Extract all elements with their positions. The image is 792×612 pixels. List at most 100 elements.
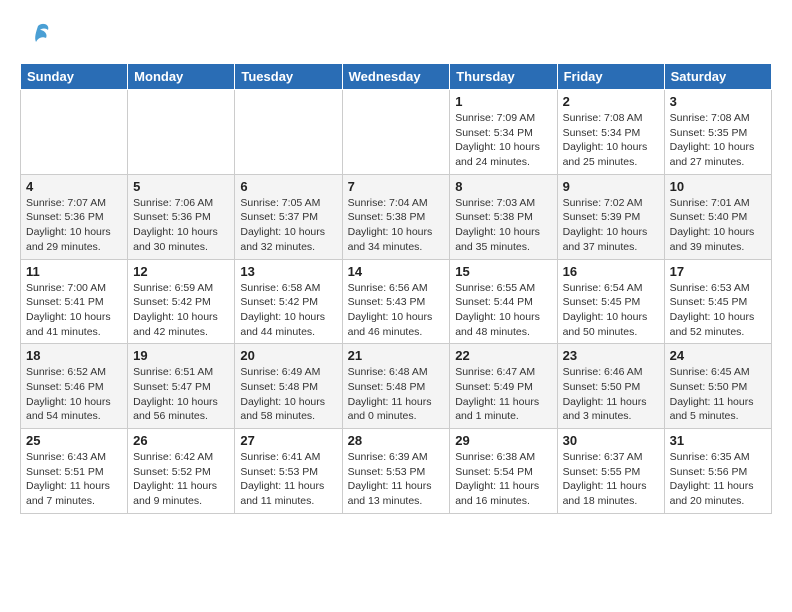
- calendar-week-row: 25Sunrise: 6:43 AMSunset: 5:51 PMDayligh…: [21, 429, 772, 514]
- day-info: Sunrise: 6:51 AMSunset: 5:47 PMDaylight:…: [133, 365, 229, 424]
- day-number: 14: [348, 264, 445, 279]
- day-info: Sunrise: 7:07 AMSunset: 5:36 PMDaylight:…: [26, 196, 122, 255]
- calendar-cell: 17 Sunrise: 6:53 AMSunset: 5:45 PMDayligh…: [664, 259, 771, 344]
- calendar-cell: 10 Sunrise: 7:01 AMSunset: 5:40 PMDayligh…: [664, 174, 771, 259]
- calendar-cell: 24 Sunrise: 6:45 AMSunset: 5:50 PMDayligh…: [664, 344, 771, 429]
- day-number: 6: [240, 179, 336, 194]
- day-number: 27: [240, 433, 336, 448]
- day-number: 25: [26, 433, 122, 448]
- day-number: 19: [133, 348, 229, 363]
- day-info: Sunrise: 6:46 AMSunset: 5:50 PMDaylight:…: [563, 365, 659, 424]
- calendar-cell: 20 Sunrise: 6:49 AMSunset: 5:48 PMDayligh…: [235, 344, 342, 429]
- day-info: Sunrise: 6:38 AMSunset: 5:54 PMDaylight:…: [455, 450, 551, 509]
- day-info: Sunrise: 6:42 AMSunset: 5:52 PMDaylight:…: [133, 450, 229, 509]
- day-number: 13: [240, 264, 336, 279]
- calendar-cell: 2 Sunrise: 7:08 AMSunset: 5:34 PMDaylight…: [557, 90, 664, 175]
- calendar-cell: 4 Sunrise: 7:07 AMSunset: 5:36 PMDaylight…: [21, 174, 128, 259]
- day-number: 10: [670, 179, 766, 194]
- day-info: Sunrise: 7:08 AMSunset: 5:34 PMDaylight:…: [563, 111, 659, 170]
- calendar-cell: 29Sunrise: 6:38 AMSunset: 5:54 PMDayligh…: [450, 429, 557, 514]
- calendar-cell: 15 Sunrise: 6:55 AMSunset: 5:44 PMDayligh…: [450, 259, 557, 344]
- day-info: Sunrise: 6:55 AMSunset: 5:44 PMDaylight:…: [455, 281, 551, 340]
- day-info: Sunrise: 7:01 AMSunset: 5:40 PMDaylight:…: [670, 196, 766, 255]
- calendar-cell: [128, 90, 235, 175]
- day-info: Sunrise: 6:49 AMSunset: 5:48 PMDaylight:…: [240, 365, 336, 424]
- day-number: 17: [670, 264, 766, 279]
- calendar-cell: 30 Sunrise: 6:37 AMSunset: 5:55 PMDayligh…: [557, 429, 664, 514]
- day-info: Sunrise: 6:58 AMSunset: 5:42 PMDaylight:…: [240, 281, 336, 340]
- calendar-header-row: SundayMondayTuesdayWednesdayThursdayFrid…: [21, 64, 772, 90]
- calendar-cell: [21, 90, 128, 175]
- calendar-cell: 14Sunrise: 6:56 AMSunset: 5:43 PMDayligh…: [342, 259, 450, 344]
- day-info: Sunrise: 6:53 AMSunset: 5:45 PMDaylight:…: [670, 281, 766, 340]
- calendar-cell: 23 Sunrise: 6:46 AMSunset: 5:50 PMDayligh…: [557, 344, 664, 429]
- calendar-cell: 22 Sunrise: 6:47 AMSunset: 5:49 PMDayligh…: [450, 344, 557, 429]
- page-header: [20, 20, 772, 53]
- day-number: 26: [133, 433, 229, 448]
- calendar-cell: 7 Sunrise: 7:04 AMSunset: 5:38 PMDaylight…: [342, 174, 450, 259]
- day-info: Sunrise: 7:00 AMSunset: 5:41 PMDaylight:…: [26, 281, 122, 340]
- day-number: 4: [26, 179, 122, 194]
- day-info: Sunrise: 6:52 AMSunset: 5:46 PMDaylight:…: [26, 365, 122, 424]
- day-number: 23: [563, 348, 659, 363]
- day-info: Sunrise: 7:04 AMSunset: 5:38 PMDaylight:…: [348, 196, 445, 255]
- day-number: 5: [133, 179, 229, 194]
- calendar-cell: 6 Sunrise: 7:05 AMSunset: 5:37 PMDaylight…: [235, 174, 342, 259]
- day-number: 20: [240, 348, 336, 363]
- day-number: 22: [455, 348, 551, 363]
- col-header-thursday: Thursday: [450, 64, 557, 90]
- day-info: Sunrise: 7:02 AMSunset: 5:39 PMDaylight:…: [563, 196, 659, 255]
- day-info: Sunrise: 7:06 AMSunset: 5:36 PMDaylight:…: [133, 196, 229, 255]
- day-number: 12: [133, 264, 229, 279]
- day-number: 30: [563, 433, 659, 448]
- calendar-cell: [235, 90, 342, 175]
- calendar-cell: 9Sunrise: 7:02 AMSunset: 5:39 PMDaylight…: [557, 174, 664, 259]
- day-info: Sunrise: 6:41 AMSunset: 5:53 PMDaylight:…: [240, 450, 336, 509]
- day-number: 21: [348, 348, 445, 363]
- day-number: 11: [26, 264, 122, 279]
- day-info: Sunrise: 6:37 AMSunset: 5:55 PMDaylight:…: [563, 450, 659, 509]
- col-header-saturday: Saturday: [664, 64, 771, 90]
- calendar-cell: [342, 90, 450, 175]
- calendar-cell: 8 Sunrise: 7:03 AMSunset: 5:38 PMDaylight…: [450, 174, 557, 259]
- calendar-week-row: 1 Sunrise: 7:09 AMSunset: 5:34 PMDaylight…: [21, 90, 772, 175]
- day-info: Sunrise: 7:03 AMSunset: 5:38 PMDaylight:…: [455, 196, 551, 255]
- day-info: Sunrise: 6:54 AMSunset: 5:45 PMDaylight:…: [563, 281, 659, 340]
- day-info: Sunrise: 7:08 AMSunset: 5:35 PMDaylight:…: [670, 111, 766, 170]
- day-info: Sunrise: 6:45 AMSunset: 5:50 PMDaylight:…: [670, 365, 766, 424]
- calendar-cell: 3 Sunrise: 7:08 AMSunset: 5:35 PMDaylight…: [664, 90, 771, 175]
- calendar-cell: 26 Sunrise: 6:42 AMSunset: 5:52 PMDayligh…: [128, 429, 235, 514]
- calendar-week-row: 11 Sunrise: 7:00 AMSunset: 5:41 PMDayligh…: [21, 259, 772, 344]
- calendar-cell: 11 Sunrise: 7:00 AMSunset: 5:41 PMDayligh…: [21, 259, 128, 344]
- calendar-cell: 28 Sunrise: 6:39 AMSunset: 5:53 PMDayligh…: [342, 429, 450, 514]
- day-number: 8: [455, 179, 551, 194]
- day-number: 3: [670, 94, 766, 109]
- calendar-cell: 13 Sunrise: 6:58 AMSunset: 5:42 PMDayligh…: [235, 259, 342, 344]
- day-number: 2: [563, 94, 659, 109]
- col-header-wednesday: Wednesday: [342, 64, 450, 90]
- day-info: Sunrise: 6:47 AMSunset: 5:49 PMDaylight:…: [455, 365, 551, 424]
- col-header-sunday: Sunday: [21, 64, 128, 90]
- col-header-tuesday: Tuesday: [235, 64, 342, 90]
- calendar-cell: 21Sunrise: 6:48 AMSunset: 5:48 PMDayligh…: [342, 344, 450, 429]
- logo-bird-icon: [24, 20, 52, 53]
- day-number: 1: [455, 94, 551, 109]
- day-number: 7: [348, 179, 445, 194]
- calendar-cell: 1 Sunrise: 7:09 AMSunset: 5:34 PMDaylight…: [450, 90, 557, 175]
- day-number: 28: [348, 433, 445, 448]
- day-number: 15: [455, 264, 551, 279]
- day-info: Sunrise: 6:39 AMSunset: 5:53 PMDaylight:…: [348, 450, 445, 509]
- calendar-week-row: 18 Sunrise: 6:52 AMSunset: 5:46 PMDayligh…: [21, 344, 772, 429]
- calendar-table: SundayMondayTuesdayWednesdayThursdayFrid…: [20, 63, 772, 514]
- day-number: 18: [26, 348, 122, 363]
- calendar-cell: 25Sunrise: 6:43 AMSunset: 5:51 PMDayligh…: [21, 429, 128, 514]
- day-info: Sunrise: 7:05 AMSunset: 5:37 PMDaylight:…: [240, 196, 336, 255]
- calendar-cell: 31Sunrise: 6:35 AMSunset: 5:56 PMDayligh…: [664, 429, 771, 514]
- calendar-cell: 18 Sunrise: 6:52 AMSunset: 5:46 PMDayligh…: [21, 344, 128, 429]
- day-info: Sunrise: 7:09 AMSunset: 5:34 PMDaylight:…: [455, 111, 551, 170]
- calendar-cell: 19 Sunrise: 6:51 AMSunset: 5:47 PMDayligh…: [128, 344, 235, 429]
- day-number: 24: [670, 348, 766, 363]
- day-number: 31: [670, 433, 766, 448]
- calendar-cell: 12Sunrise: 6:59 AMSunset: 5:42 PMDayligh…: [128, 259, 235, 344]
- calendar-cell: 16Sunrise: 6:54 AMSunset: 5:45 PMDayligh…: [557, 259, 664, 344]
